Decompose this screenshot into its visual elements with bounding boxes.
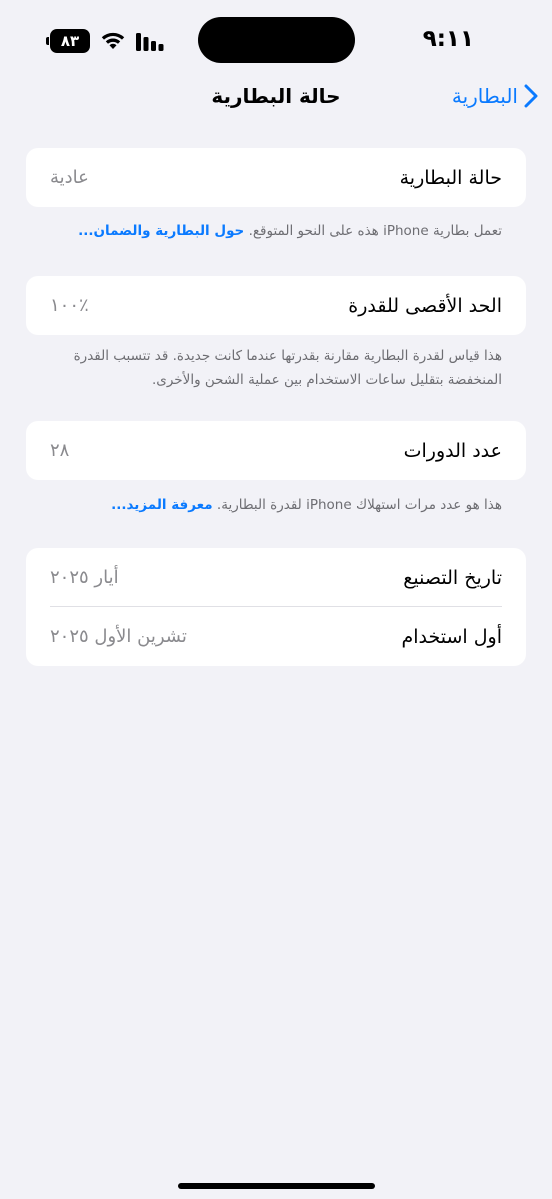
first-use-label: أول استخدام: [401, 625, 502, 648]
first-use-row: أول استخدام تشرين الأول ٢٠٢٥: [26, 607, 526, 666]
cycle-count-row: عدد الدورات ٢٨: [26, 421, 526, 480]
learn-more-link[interactable]: معرفة المزيد...: [111, 497, 213, 513]
cycle-count-footnote-text: هذا هو عدد مرات استهلاك iPhone لقدرة الب…: [212, 497, 502, 513]
home-indicator[interactable]: [178, 1183, 375, 1189]
manufacture-date-value: أيار ٢٠٢٥: [50, 567, 119, 588]
manufacture-date-row: تاريخ التصنيع أيار ٢٠٢٥: [26, 548, 526, 607]
dates-group: تاريخ التصنيع أيار ٢٠٢٥ أول استخدام تشري…: [26, 548, 526, 666]
max-capacity-footnote: هذا قياس لقدرة البطارية مقارنة بقدرتها ع…: [73, 348, 502, 388]
max-capacity-group: الحد الأقصى للقدرة ٪١٠٠: [26, 276, 526, 335]
cycle-count-value: ٢٨: [50, 440, 70, 461]
status-time: ٩:١١: [422, 26, 474, 52]
signal-icon: [136, 31, 164, 51]
dynamic-island: [198, 17, 355, 63]
wifi-icon: [100, 31, 126, 51]
chevron-right-icon: [524, 84, 538, 108]
condition-row: حالة البطارية عادية: [26, 148, 526, 207]
condition-footnote: تعمل بطارية iPhone هذه على النحو المتوقع…: [50, 219, 502, 243]
cycle-count-label: عدد الدورات: [403, 439, 502, 462]
manufacture-date-label: تاريخ التصنيع: [403, 566, 502, 589]
status-icons: ٨٣: [46, 28, 164, 54]
condition-value: عادية: [50, 167, 89, 188]
condition-footnote-text: تعمل بطارية iPhone هذه على النحو المتوقع…: [244, 223, 502, 239]
navigation-bar: حالة البطارية البطارية: [0, 84, 552, 114]
status-bar: ٩:١١ ٨٣: [0, 0, 552, 84]
battery-level: ٨٣: [60, 32, 80, 50]
cycle-count-footnote: هذا هو عدد مرات استهلاك iPhone لقدرة الب…: [50, 493, 502, 517]
condition-group: حالة البطارية عادية: [26, 148, 526, 207]
max-capacity-row: الحد الأقصى للقدرة ٪١٠٠: [26, 276, 526, 335]
back-label: البطارية: [451, 84, 518, 108]
battery-health-screen: ٩:١١ ٨٣ حالة البطارية البطارية حالة البط…: [0, 0, 552, 1199]
max-capacity-value: ٪١٠٠: [50, 295, 89, 316]
cycle-count-group: عدد الدورات ٢٨: [26, 421, 526, 480]
battery-icon: ٨٣: [46, 29, 90, 53]
max-capacity-label: الحد الأقصى للقدرة: [348, 294, 502, 317]
condition-label: حالة البطارية: [399, 166, 502, 189]
back-button[interactable]: البطارية: [452, 84, 538, 108]
battery-warranty-link[interactable]: حول البطارية والضمان...: [78, 223, 244, 239]
first-use-value: تشرين الأول ٢٠٢٥: [50, 626, 187, 647]
